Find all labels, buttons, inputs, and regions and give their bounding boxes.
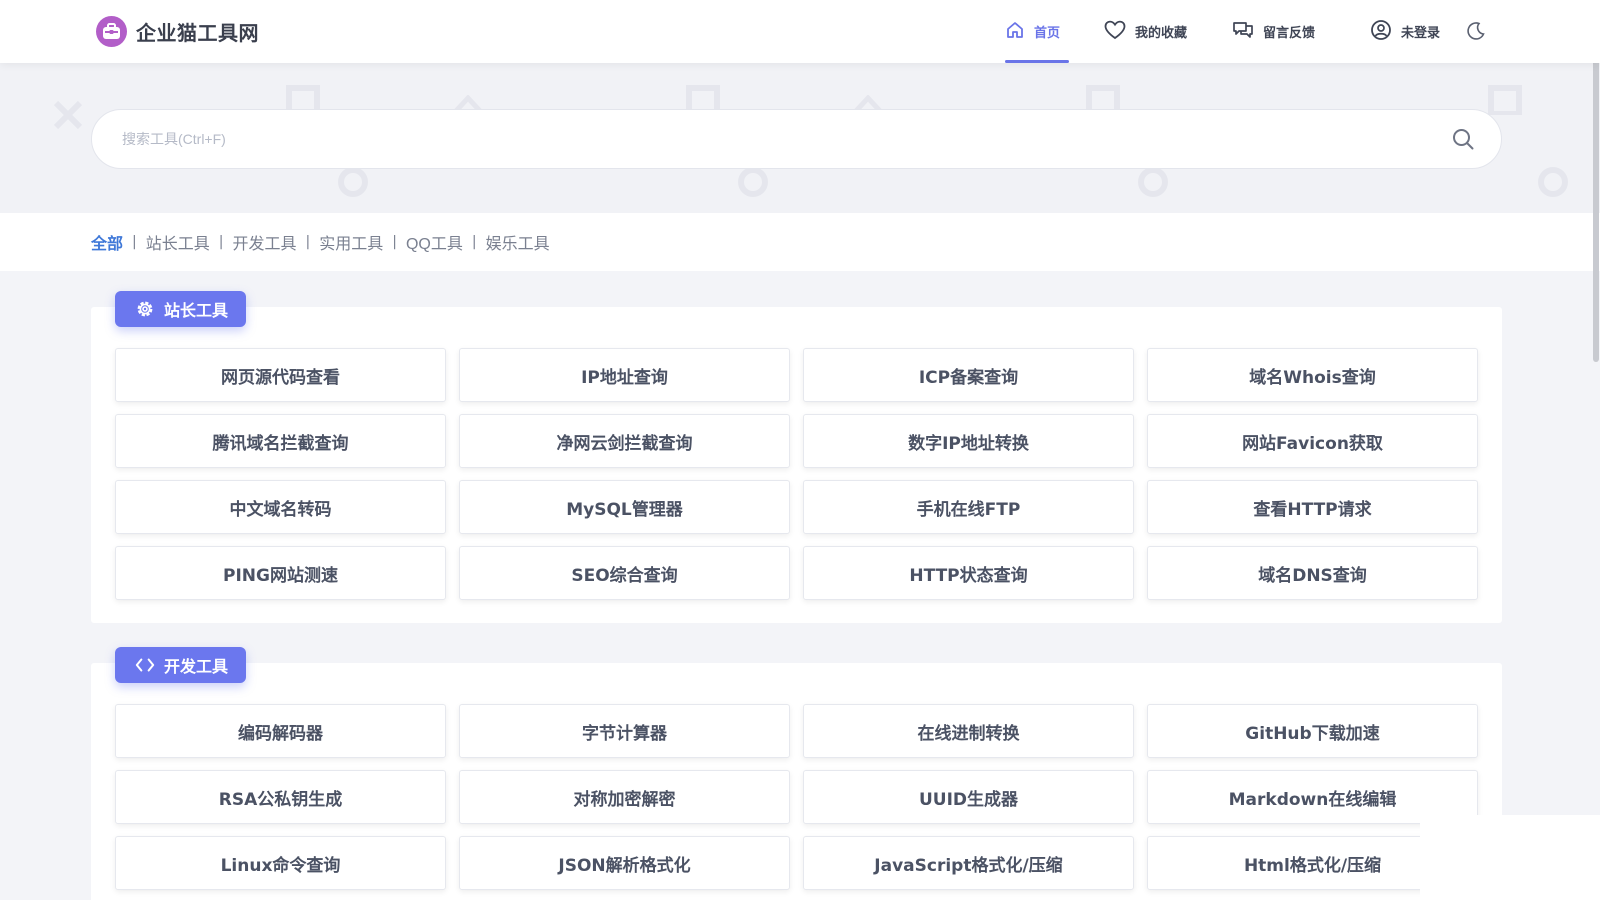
- tool-grid: 网页源代码查看 IP地址查询 ICP备案查询 域名Whois查询 腾讯域名拦截查…: [115, 348, 1478, 600]
- filter-dev-tools[interactable]: 开发工具: [232, 230, 296, 254]
- decor-circle-icon: [1138, 167, 1168, 197]
- filter-separator: |: [218, 234, 224, 250]
- search-input[interactable]: [122, 110, 1422, 168]
- tool-card[interactable]: 字节计算器: [459, 704, 790, 758]
- code-icon: [135, 655, 155, 675]
- tool-card[interactable]: 查看HTTP请求: [1147, 480, 1478, 534]
- tool-card[interactable]: GitHub下载加速: [1147, 704, 1478, 758]
- tool-card[interactable]: 中文域名转码: [115, 480, 446, 534]
- tool-card[interactable]: JSON解析格式化: [459, 836, 790, 890]
- tool-card[interactable]: RSA公私钥生成: [115, 770, 446, 824]
- heart-icon: [1104, 20, 1126, 44]
- nav-feedback[interactable]: 留言反馈: [1232, 0, 1315, 63]
- filter-separator: |: [392, 234, 397, 250]
- tool-card[interactable]: 手机在线FTP: [803, 480, 1134, 534]
- filter-all[interactable]: 全部: [91, 230, 123, 254]
- filter-utility-tools[interactable]: 实用工具: [319, 230, 383, 254]
- gear-icon: [135, 299, 155, 319]
- nav-favorites-label: 我的收藏: [1135, 26, 1188, 41]
- brand[interactable]: 企业猫工具网: [96, 14, 259, 48]
- tool-card[interactable]: 数字IP地址转换: [803, 414, 1134, 468]
- nav-login-label: 未登录: [1401, 26, 1441, 41]
- nav-login[interactable]: 未登录: [1370, 0, 1440, 63]
- tool-card[interactable]: IP地址查询: [459, 348, 790, 402]
- nav-home[interactable]: 首页: [1005, 0, 1069, 63]
- nav-home-label: 首页: [1034, 26, 1061, 41]
- toolbox-icon: [96, 15, 127, 47]
- filter-fun-tools[interactable]: 娱乐工具: [486, 230, 550, 254]
- chat-icon: [1232, 20, 1254, 44]
- filter-separator: |: [305, 234, 311, 250]
- decor-square-icon: [1488, 85, 1522, 115]
- section-title: 站长工具: [164, 301, 229, 320]
- user-icon: [1370, 19, 1392, 45]
- section-badge-dev: 开发工具: [115, 647, 247, 683]
- tool-card[interactable]: PING网站测速: [115, 546, 446, 600]
- filter-qq-tools[interactable]: QQ工具: [406, 230, 463, 254]
- section-title: 开发工具: [164, 657, 229, 676]
- category-filter-bar: 全部 | 站长工具 | 开发工具 | 实用工具 | QQ工具 | 娱乐工具: [0, 213, 1600, 271]
- tool-card[interactable]: 编码解码器: [115, 704, 446, 758]
- section-webmaster-tools: 站长工具 网页源代码查看 IP地址查询 ICP备案查询 域名Whois查询 腾讯…: [91, 291, 1502, 623]
- tool-card[interactable]: HTTP状态查询: [803, 546, 1134, 600]
- brand-title: 企业猫工具网: [136, 20, 259, 45]
- search-box: [91, 109, 1502, 169]
- tool-card[interactable]: SEO综合查询: [459, 546, 790, 600]
- tool-card[interactable]: 在线进制转换: [803, 704, 1134, 758]
- tool-card[interactable]: UUID生成器: [803, 770, 1134, 824]
- filter-separator: |: [471, 234, 477, 250]
- section-badge-webmaster: 站长工具: [115, 291, 247, 327]
- tool-grid: 编码解码器 字节计算器 在线进制转换 GitHub下载加速 RSA公私钥生成 对…: [115, 704, 1478, 890]
- decor-cross-icon: [53, 100, 83, 130]
- tool-card[interactable]: 网站Favicon获取: [1147, 414, 1478, 468]
- tool-card[interactable]: 腾讯域名拦截查询: [115, 414, 446, 468]
- tool-card[interactable]: 域名Whois查询: [1147, 348, 1478, 402]
- section-dev-tools: 开发工具 编码解码器 字节计算器 在线进制转换 GitHub下载加速 RSA公私…: [91, 647, 1502, 900]
- nav-favorites[interactable]: 我的收藏: [1104, 0, 1187, 63]
- home-icon: [1005, 20, 1025, 44]
- moon-icon[interactable]: [1466, 21, 1486, 41]
- tool-card[interactable]: JavaScript格式化/压缩: [803, 836, 1134, 890]
- filter-webmaster-tools[interactable]: 站长工具: [146, 230, 210, 254]
- decor-circle-icon: [338, 167, 368, 197]
- tool-card[interactable]: 域名DNS查询: [1147, 546, 1478, 600]
- tool-card[interactable]: MySQL管理器: [459, 480, 790, 534]
- tool-card[interactable]: 净网云剑拦截查询: [459, 414, 790, 468]
- decor-circle-icon: [1538, 167, 1568, 197]
- tool-card[interactable]: 对称加密解密: [459, 770, 790, 824]
- tool-card[interactable]: ICP备案查询: [803, 348, 1134, 402]
- tool-card[interactable]: Linux命令查询: [115, 836, 446, 890]
- search-icon[interactable]: [1451, 127, 1475, 151]
- nav-feedback-label: 留言反馈: [1263, 26, 1316, 41]
- tool-card[interactable]: 网页源代码查看: [115, 348, 446, 402]
- decor-circle-icon: [738, 167, 768, 197]
- filter-separator: |: [132, 234, 137, 250]
- floating-overlay: [1420, 815, 1600, 900]
- top-header: 企业猫工具网 首页 我的收藏 留言反馈 未登录: [0, 0, 1600, 63]
- search-band: [0, 63, 1600, 213]
